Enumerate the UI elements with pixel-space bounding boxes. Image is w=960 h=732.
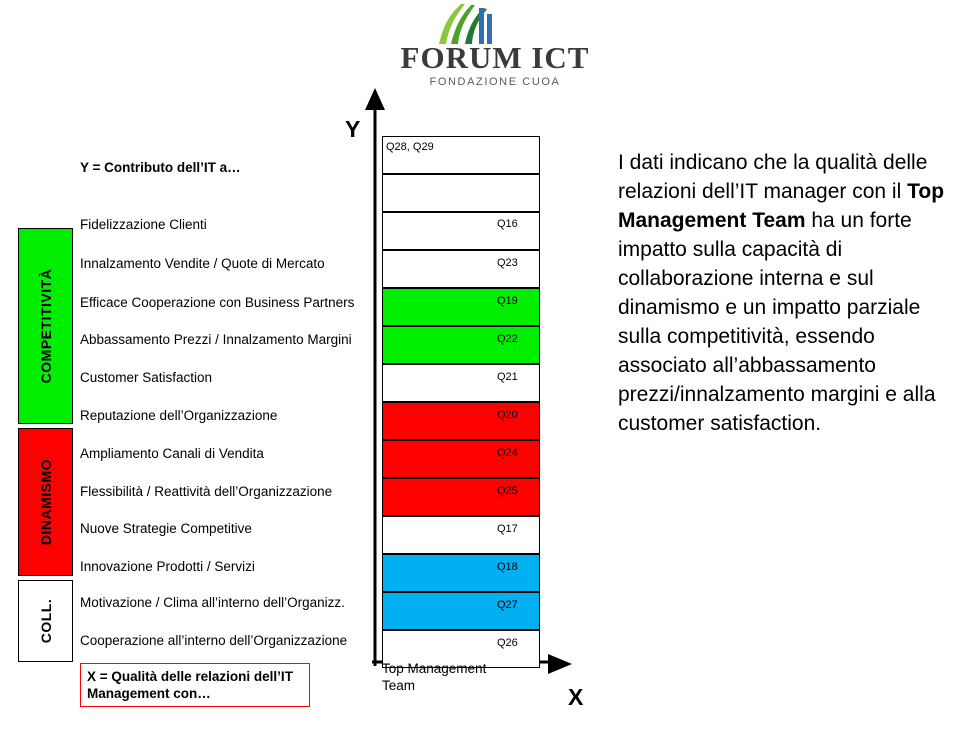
chart-bars-area — [382, 136, 540, 668]
row-label-10: Motivazione / Clima all’interno dell’Org… — [80, 595, 345, 610]
group-label-coll: COLL. — [37, 598, 54, 644]
group-bar-coll: COLL. — [18, 580, 73, 662]
group-label-dinamismo: DINAMISMO — [37, 458, 54, 546]
leaf-mark-icon — [435, 4, 497, 44]
bar-row-6 — [382, 402, 540, 440]
row-label-8: Nuove Strategie Competitive — [80, 521, 252, 536]
y-axis-legend: Y = Contributo dell’IT a… — [80, 160, 241, 175]
code-label-11: Q26 — [497, 637, 518, 649]
row-label-1: Innalzamento Vendite / Quote di Mercato — [80, 256, 325, 271]
code-label-6: Q24 — [497, 447, 518, 459]
bar-row-4 — [382, 326, 540, 364]
y-axis-label: Y — [345, 116, 361, 142]
code-label-1: Q23 — [497, 257, 518, 269]
code-label-0: Q16 — [497, 218, 518, 230]
x-axis-label: X — [568, 684, 584, 710]
bar-row-0 — [382, 174, 540, 212]
bar-row-11 — [382, 592, 540, 630]
bar-row-9 — [382, 516, 540, 554]
bar-row-2 — [382, 250, 540, 288]
code-label-4: Q21 — [497, 371, 518, 383]
code-label-8: Q17 — [497, 523, 518, 535]
x-axis-legend: X = Qualità delle relazioni dell’IT Mana… — [80, 663, 310, 707]
bar-row-5 — [382, 364, 540, 402]
row-label-3: Abbassamento Prezzi / Innalzamento Margi… — [80, 332, 352, 347]
slide-canvas: FORUM ICT FONDAZIONE CUOA Y X COMPETITIV… — [0, 0, 960, 732]
row-label-9: Innovazione Prodotti / Servizi — [80, 559, 255, 574]
logo-subtitle: FONDAZIONE CUOA — [429, 76, 561, 88]
commentary-part2: ha un forte impatto sulla capacità di co… — [618, 209, 936, 435]
code-label-7: Q25 — [497, 485, 518, 497]
forum-ict-logo: FORUM ICT FONDAZIONE CUOA — [400, 4, 590, 99]
code-label-10: Q27 — [497, 599, 518, 611]
row-label-6: Ampliamento Canali di Vendita — [80, 446, 264, 461]
bar-row-7 — [382, 440, 540, 478]
commentary-text: I dati indicano che la qualità delle rel… — [618, 148, 948, 438]
x-axis-value: Top Management Team — [382, 661, 487, 693]
top-point-label: Q28, Q29 — [386, 141, 434, 153]
row-label-5: Reputazione dell’Organizzazione — [80, 408, 278, 423]
bar-row-10 — [382, 554, 540, 592]
code-label-2: Q19 — [497, 295, 518, 307]
row-label-0: Fidelizzazione Clienti — [80, 217, 207, 232]
bar-row-8 — [382, 478, 540, 516]
code-label-5: Q20 — [497, 409, 518, 421]
group-bar-dinamismo: DINAMISMO — [18, 428, 73, 576]
group-label-competitivita: COMPETITIVITÀ — [37, 268, 54, 384]
row-label-4: Customer Satisfaction — [80, 370, 213, 385]
row-label-2: Efficace Cooperazione con Business Partn… — [80, 295, 355, 310]
group-bar-competitivita: COMPETITIVITÀ — [18, 228, 73, 424]
code-label-3: Q22 — [497, 333, 518, 345]
logo-title: FORUM ICT — [400, 40, 590, 75]
code-label-9: Q18 — [497, 561, 518, 573]
row-label-7: Flessibilità / Reattività dell’Organizza… — [80, 484, 333, 499]
commentary-part1: I dati indicano che la qualità delle rel… — [618, 151, 928, 203]
bar-row-3 — [382, 288, 540, 326]
row-label-11: Cooperazione all’interno dell’Organizzaz… — [80, 633, 348, 648]
